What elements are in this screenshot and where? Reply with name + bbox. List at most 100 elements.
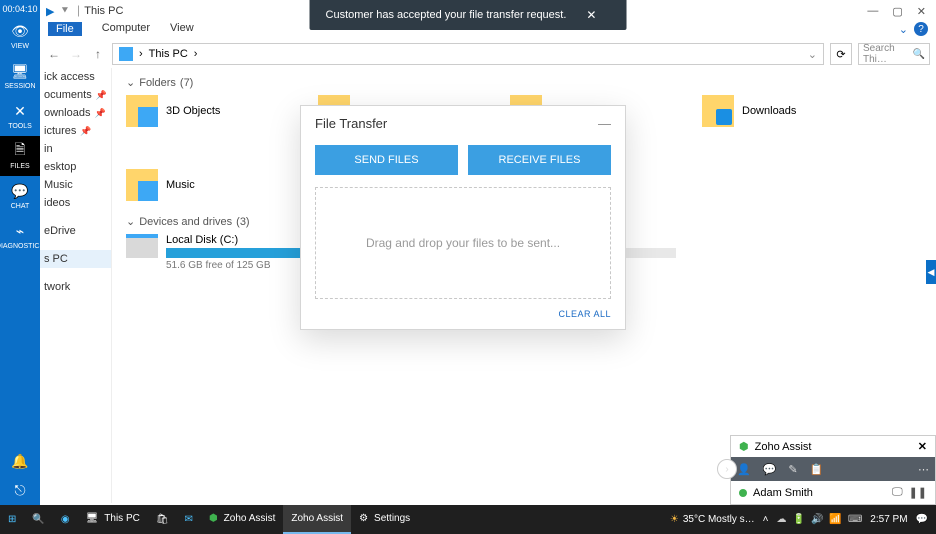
sidebar-view[interactable]: 👁VIEW xyxy=(0,16,40,56)
drop-zone[interactable]: Drag and drop your files to be sent... xyxy=(315,187,611,299)
qa-videos[interactable]: ideos xyxy=(40,194,111,212)
tb-notifications[interactable]: 💬 xyxy=(916,514,928,525)
tb-settings[interactable]: ⚙Settings xyxy=(351,505,418,534)
chat-icon[interactable]: 💬 xyxy=(763,463,777,476)
send-files-button[interactable]: SEND FILES xyxy=(315,145,458,175)
gear-icon: ⚙ xyxy=(359,513,368,524)
tray-lang[interactable]: ⌨ xyxy=(848,514,862,525)
pulse-icon: ⌁ xyxy=(11,222,29,240)
qa-music[interactable]: Music xyxy=(40,176,111,194)
nav-pane: ick access ocuments📌 ownloads📌 ictures📌 … xyxy=(40,68,112,503)
nav-up[interactable]: ↑ xyxy=(90,47,106,61)
folder-icon: 🖥 xyxy=(86,513,99,524)
exit-icon: ⎋ xyxy=(14,482,25,498)
screen-icon[interactable]: 🖵 xyxy=(892,486,903,499)
pause-icon[interactable]: ❚❚ xyxy=(909,486,927,499)
folder-music[interactable]: Music xyxy=(126,169,276,201)
path-dropdown[interactable]: ⌄ xyxy=(808,48,817,61)
folders-header[interactable]: ⌄Folders (7) xyxy=(126,76,922,89)
tray-expand[interactable]: ˄ xyxy=(763,514,769,525)
qa-thispc[interactable]: s PC xyxy=(40,250,111,268)
search-icon: 🔍 xyxy=(913,49,925,60)
tb-mail[interactable]: ✉ xyxy=(177,505,201,534)
zoho-assist-panel: ⬢ Zoho Assist ✕ › 👤 💬 ✎ 📋 ⋯ Adam Smith 🖵… xyxy=(730,435,936,505)
qa-documents[interactable]: ocuments📌 xyxy=(40,86,111,104)
qa-dropdown[interactable]: ⯆ xyxy=(60,5,69,18)
drive-icon xyxy=(126,234,158,258)
tray-wifi[interactable]: 📶 xyxy=(829,514,841,525)
quick-access[interactable]: ick access xyxy=(40,68,111,86)
sun-icon: ☀ xyxy=(670,514,679,525)
sidebar-diagnostics[interactable]: ⌁DIAGNOSTICS xyxy=(0,216,40,256)
wrench-icon: ✕ xyxy=(11,102,29,120)
tb-search[interactable]: 🔍 xyxy=(24,505,52,534)
qa-pictures[interactable]: ictures📌 xyxy=(40,122,111,140)
qa-desktop[interactable]: esktop xyxy=(40,158,111,176)
folder-downloads[interactable]: Downloads xyxy=(702,95,852,127)
file-transfer-dialog: File Transfer — SEND FILES RECEIVE FILES… xyxy=(300,105,626,330)
dialog-minimize[interactable]: — xyxy=(598,116,611,131)
sidebar-files[interactable]: 🗎FILES xyxy=(0,136,40,176)
qa-network[interactable]: twork xyxy=(40,278,111,296)
status-dot xyxy=(739,489,747,497)
sidebar-session[interactable]: 🖥SESSION xyxy=(0,56,40,96)
folder-icon xyxy=(126,95,158,127)
sidebar-chat[interactable]: 💬CHAT xyxy=(0,176,40,216)
tray-battery[interactable]: 🔋 xyxy=(793,514,805,525)
maximize-button[interactable]: ▢ xyxy=(892,5,902,18)
clipboard-icon[interactable]: 📋 xyxy=(810,463,824,476)
qa-downloads[interactable]: ownloads📌 xyxy=(40,104,111,122)
nav-back[interactable]: ← xyxy=(46,47,62,61)
tray-volume[interactable]: 🔊 xyxy=(811,514,823,525)
nav-forward[interactable]: → xyxy=(68,47,84,61)
tb-edge[interactable]: ◉ xyxy=(53,505,78,534)
tb-weather[interactable]: ☀35°C Mostly s… xyxy=(670,514,755,525)
za-close[interactable]: ✕ xyxy=(918,440,927,453)
za-collapse-arrow[interactable]: › xyxy=(717,459,737,479)
files-icon: 🗎 xyxy=(11,142,29,160)
close-button[interactable]: ✕ xyxy=(917,5,926,18)
search-box[interactable]: Search Thi… 🔍 xyxy=(858,43,930,65)
qa-onedrive[interactable]: eDrive xyxy=(40,222,111,240)
ribbon-file[interactable]: File xyxy=(48,22,82,36)
assist-sidebar: 00:04:10 👁VIEW 🖥SESSION ✕TOOLS 🗎FILES 💬C… xyxy=(0,0,40,505)
sidebar-bell[interactable]: 🔔 xyxy=(0,447,40,476)
zoho-icon: ⬢ xyxy=(209,513,218,524)
clear-all-link[interactable]: CLEAR ALL xyxy=(301,309,625,329)
tb-clock[interactable]: 2:57 PM xyxy=(870,514,907,525)
help-icon[interactable]: ? xyxy=(914,22,928,36)
za-user-row: Adam Smith 🖵 ❚❚ xyxy=(731,481,935,504)
sidebar-tools[interactable]: ✕TOOLS xyxy=(0,96,40,136)
path-box[interactable]: › This PC › ⌄ xyxy=(112,43,824,65)
session-timer: 00:04:10 xyxy=(0,0,40,16)
chat-icon: 💬 xyxy=(11,182,29,200)
tb-zoho2[interactable]: Zoho Assist xyxy=(283,505,351,534)
ribbon-computer[interactable]: Computer xyxy=(102,22,150,34)
tb-store[interactable]: 🛍 xyxy=(148,505,177,534)
user-icon[interactable]: 👤 xyxy=(737,463,751,476)
folder-icon xyxy=(126,169,158,201)
za-logo-icon: ⬢ xyxy=(739,440,749,453)
side-handle[interactable]: ◀ xyxy=(926,260,936,284)
za-toolbar: › 👤 💬 ✎ 📋 ⋯ xyxy=(731,457,935,481)
pin-icon: 📌 xyxy=(94,108,105,119)
ribbon-collapse[interactable]: ⌄ xyxy=(899,23,908,36)
minimize-button[interactable]: — xyxy=(867,5,878,18)
windows-icon: ⊞ xyxy=(8,514,16,525)
sidebar-exit[interactable]: ⎋ xyxy=(0,476,40,505)
path-text: This PC xyxy=(149,48,188,60)
notification-toast: Customer has accepted your file transfer… xyxy=(310,0,627,30)
tb-zoho1[interactable]: ⬢Zoho Assist xyxy=(201,505,283,534)
tb-thispc[interactable]: 🖥This PC xyxy=(78,505,148,534)
refresh-button[interactable]: ⟳ xyxy=(830,43,852,65)
toast-close[interactable]: ✕ xyxy=(586,8,596,22)
start-button[interactable]: ⊞ xyxy=(0,505,24,534)
pen-icon[interactable]: ✎ xyxy=(788,463,797,476)
ribbon-view[interactable]: View xyxy=(170,22,194,34)
monitor-icon: 🖥 xyxy=(11,62,29,80)
folder-3d-objects[interactable]: 3D Objects xyxy=(126,95,276,127)
more-icon[interactable]: ⋯ xyxy=(918,463,929,476)
qa-bin[interactable]: in xyxy=(40,140,111,158)
tray-onedrive[interactable]: ☁ xyxy=(777,514,787,525)
receive-files-button[interactable]: RECEIVE FILES xyxy=(468,145,611,175)
